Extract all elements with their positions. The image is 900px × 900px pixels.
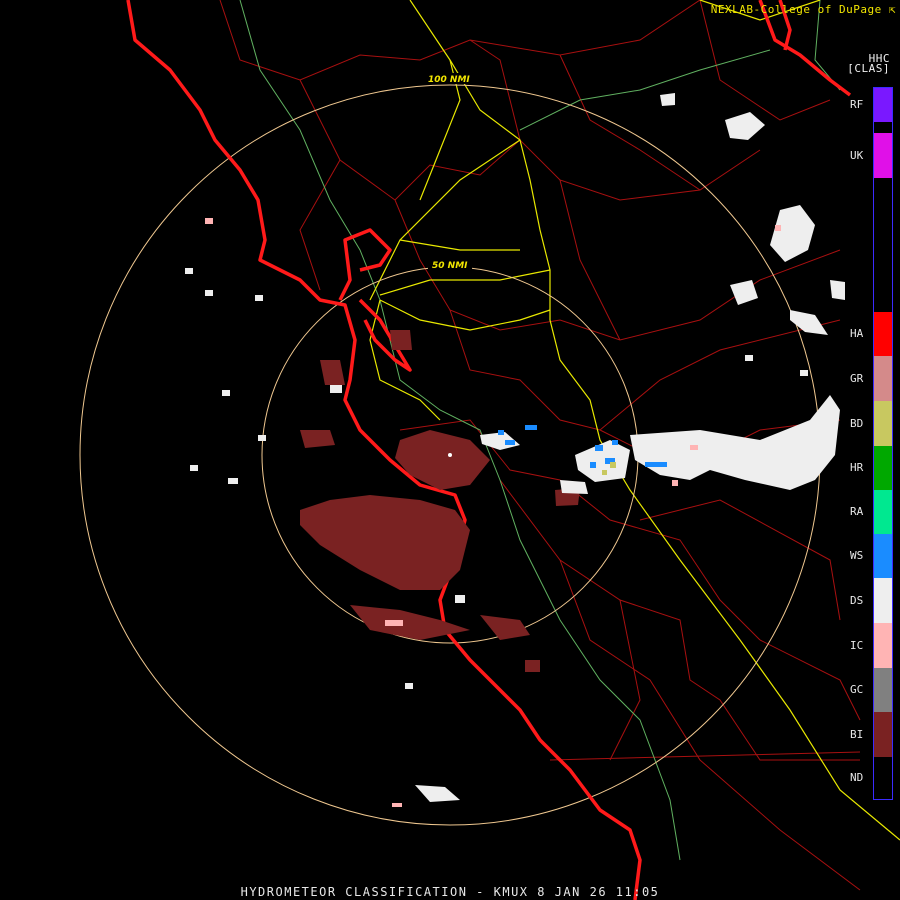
echo-ds-dry-snow xyxy=(185,93,845,802)
legend-label-ic: IC xyxy=(850,639,864,652)
legend-swatch-gr xyxy=(874,356,892,401)
legend-label-gc: GC xyxy=(850,683,864,696)
ring-label-50: 50 NMI xyxy=(432,261,468,271)
legend-swatch-ds xyxy=(874,578,892,623)
legend-swatch-bi xyxy=(874,712,892,757)
legend-label-ws: WS xyxy=(850,549,864,562)
legend-label-uk: UK xyxy=(850,149,864,162)
display-mode: [CLAS] xyxy=(847,62,890,75)
legend-swatch-ra xyxy=(874,490,892,534)
legend-label-ds: DS xyxy=(850,594,864,607)
legend-label-nd: ND xyxy=(850,771,864,784)
legend-label-bi: BI xyxy=(850,728,864,741)
footer-title: HYDROMETEOR CLASSIFICATION - KMUX 8 JAN … xyxy=(240,885,660,899)
legend-swatch-gc xyxy=(874,668,892,712)
legend-swatch-uk xyxy=(874,133,892,178)
ring-label-100: 100 NMI xyxy=(428,75,470,85)
radar-site-marker xyxy=(448,453,452,457)
radar-echoes xyxy=(185,93,845,807)
radar-map: 100 NMI 50 NMI xyxy=(79,0,900,900)
external-link-icon[interactable]: ⇱ xyxy=(882,3,896,16)
legend-swatch-ic xyxy=(874,623,892,668)
legend-label-hr: HR xyxy=(850,461,864,474)
legend-label-gr: GR xyxy=(850,372,864,385)
legend-label-ra: RA xyxy=(850,505,864,518)
legend-swatch-ha xyxy=(874,312,892,356)
legend-label-ha: HA xyxy=(850,327,864,340)
legend-swatch-bd xyxy=(874,401,892,446)
legend-label-bd: BD xyxy=(850,417,864,430)
legend-swatch-nd xyxy=(874,757,892,799)
legend-label-rf: RF xyxy=(850,98,864,111)
legend-swatch-rf xyxy=(874,88,892,122)
credit-text[interactable]: NEXLAB-College of DuPage xyxy=(711,3,882,16)
echo-ic-ice-crystals xyxy=(205,218,781,807)
legend-swatch-hr xyxy=(874,446,892,490)
legend-swatch-ws xyxy=(874,534,892,578)
credit-label[interactable]: NEXLAB-College of DuPage ⇱ xyxy=(711,3,896,16)
